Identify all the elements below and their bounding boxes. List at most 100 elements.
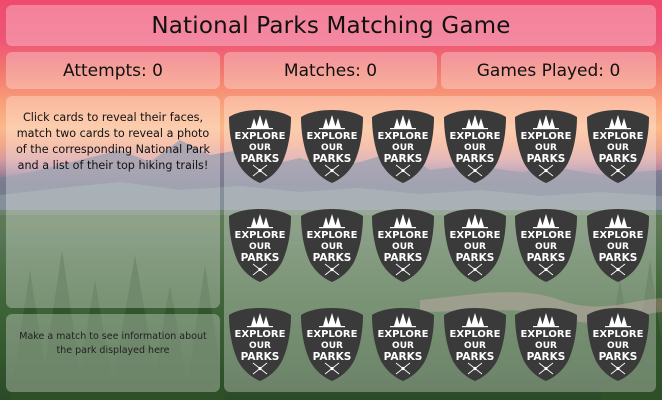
memory-card[interactable]: EXPLORE OUR PARKS bbox=[299, 306, 365, 382]
card-label-explore: EXPLORE bbox=[521, 329, 572, 340]
card-label-our: OUR bbox=[392, 341, 414, 351]
card-label-parks: PARKS bbox=[312, 252, 351, 264]
card-label-our: OUR bbox=[535, 143, 557, 153]
card-label-explore: EXPLORE bbox=[378, 329, 429, 340]
card-label-our: OUR bbox=[249, 242, 271, 252]
memory-card[interactable]: EXPLORE OUR PARKS bbox=[227, 108, 293, 184]
card-label-our: OUR bbox=[464, 143, 486, 153]
memory-card[interactable]: EXPLORE OUR PARKS bbox=[513, 207, 579, 283]
card-label-explore: EXPLORE bbox=[235, 131, 286, 142]
card-label-explore: EXPLORE bbox=[378, 131, 429, 142]
memory-card[interactable]: EXPLORE OUR PARKS bbox=[442, 306, 508, 382]
card-label-parks: PARKS bbox=[598, 252, 637, 264]
attempts-counter: Attempts: 0 bbox=[6, 52, 220, 89]
explore-our-parks-badge-icon: EXPLORE OUR PARKS bbox=[586, 308, 649, 381]
card-label-explore: EXPLORE bbox=[521, 131, 572, 142]
card-label-explore: EXPLORE bbox=[592, 131, 643, 142]
card-label-explore: EXPLORE bbox=[592, 329, 643, 340]
instructions-panel: Click cards to reveal their faces, match… bbox=[6, 96, 220, 308]
explore-our-parks-badge-icon: EXPLORE OUR PARKS bbox=[443, 110, 506, 183]
memory-card[interactable]: EXPLORE OUR PARKS bbox=[442, 108, 508, 184]
memory-card[interactable]: EXPLORE OUR PARKS bbox=[585, 207, 651, 283]
memory-card[interactable]: EXPLORE OUR PARKS bbox=[227, 306, 293, 382]
card-label-parks: PARKS bbox=[455, 252, 494, 264]
games-played-label: Games Played: 0 bbox=[476, 60, 621, 81]
explore-our-parks-badge-icon: EXPLORE OUR PARKS bbox=[515, 110, 577, 183]
explore-our-parks-badge-icon: EXPLORE OUR PARKS bbox=[443, 308, 506, 381]
card-label-our: OUR bbox=[321, 242, 343, 252]
card-label-explore: EXPLORE bbox=[449, 230, 500, 241]
explore-our-parks-badge-icon: EXPLORE OUR PARKS bbox=[586, 209, 649, 282]
card-label-explore: EXPLORE bbox=[378, 230, 429, 241]
park-info-placeholder: Make a match to see information about th… bbox=[19, 331, 207, 357]
card-label-explore: EXPLORE bbox=[306, 131, 357, 142]
card-label-parks: PARKS bbox=[241, 153, 280, 165]
explore-our-parks-badge-icon: EXPLORE OUR PARKS bbox=[229, 110, 291, 183]
card-label-our: OUR bbox=[249, 341, 271, 351]
card-label-our: OUR bbox=[535, 341, 557, 351]
matches-label: Matches: 0 bbox=[283, 60, 378, 81]
explore-our-parks-badge-icon: EXPLORE OUR PARKS bbox=[515, 308, 577, 381]
memory-card[interactable]: EXPLORE OUR PARKS bbox=[513, 108, 579, 184]
card-label-parks: PARKS bbox=[455, 351, 494, 363]
card-label-our: OUR bbox=[392, 143, 414, 153]
card-label-our: OUR bbox=[392, 242, 414, 252]
games-played-counter: Games Played: 0 bbox=[441, 52, 656, 89]
explore-our-parks-badge-icon: EXPLORE OUR PARKS bbox=[443, 209, 506, 282]
explore-our-parks-badge-icon: EXPLORE OUR PARKS bbox=[300, 110, 363, 183]
card-label-parks: PARKS bbox=[598, 153, 637, 165]
attempts-label: Attempts: 0 bbox=[63, 60, 163, 81]
memory-card[interactable]: EXPLORE OUR PARKS bbox=[370, 207, 436, 283]
card-label-our: OUR bbox=[535, 242, 557, 252]
memory-card[interactable]: EXPLORE OUR PARKS bbox=[299, 108, 365, 184]
page-title: National Parks Matching Game bbox=[151, 12, 511, 39]
memory-card[interactable]: EXPLORE OUR PARKS bbox=[299, 207, 365, 283]
card-label-parks: PARKS bbox=[455, 153, 494, 165]
explore-our-parks-badge-icon: EXPLORE OUR PARKS bbox=[586, 110, 649, 183]
card-label-parks: PARKS bbox=[527, 351, 566, 363]
explore-our-parks-badge-icon: EXPLORE OUR PARKS bbox=[515, 209, 577, 282]
explore-our-parks-badge-icon: EXPLORE OUR PARKS bbox=[229, 209, 291, 282]
card-label-parks: PARKS bbox=[384, 351, 423, 363]
instructions-text: Click cards to reveal their faces, match… bbox=[15, 111, 211, 172]
card-label-explore: EXPLORE bbox=[306, 230, 357, 241]
card-label-parks: PARKS bbox=[384, 252, 423, 264]
card-label-our: OUR bbox=[321, 143, 343, 153]
card-label-explore: EXPLORE bbox=[592, 230, 643, 241]
card-label-parks: PARKS bbox=[312, 153, 351, 165]
title-bar: National Parks Matching Game bbox=[6, 5, 656, 46]
explore-our-parks-badge-icon: EXPLORE OUR PARKS bbox=[372, 110, 434, 183]
card-label-parks: PARKS bbox=[527, 252, 566, 264]
card-label-explore: EXPLORE bbox=[235, 329, 286, 340]
memory-card[interactable]: EXPLORE OUR PARKS bbox=[585, 306, 651, 382]
matches-counter: Matches: 0 bbox=[224, 52, 437, 89]
card-label-our: OUR bbox=[607, 242, 629, 252]
memory-card[interactable]: EXPLORE OUR PARKS bbox=[370, 108, 436, 184]
card-label-our: OUR bbox=[464, 341, 486, 351]
explore-our-parks-badge-icon: EXPLORE OUR PARKS bbox=[372, 308, 434, 381]
card-label-our: OUR bbox=[607, 143, 629, 153]
card-label-explore: EXPLORE bbox=[235, 230, 286, 241]
card-label-explore: EXPLORE bbox=[449, 329, 500, 340]
card-label-parks: PARKS bbox=[598, 351, 637, 363]
park-info-panel: Make a match to see information about th… bbox=[6, 314, 220, 392]
explore-our-parks-badge-icon: EXPLORE OUR PARKS bbox=[229, 308, 291, 381]
card-label-parks: PARKS bbox=[241, 351, 280, 363]
explore-our-parks-badge-icon: EXPLORE OUR PARKS bbox=[300, 209, 363, 282]
card-board: EXPLORE OUR PARKS EXPLORE OUR PARKS EXPL… bbox=[224, 96, 656, 392]
card-label-parks: PARKS bbox=[527, 153, 566, 165]
card-label-parks: PARKS bbox=[384, 153, 423, 165]
explore-our-parks-badge-icon: EXPLORE OUR PARKS bbox=[372, 209, 434, 282]
memory-card[interactable]: EXPLORE OUR PARKS bbox=[585, 108, 651, 184]
memory-card[interactable]: EXPLORE OUR PARKS bbox=[370, 306, 436, 382]
memory-card[interactable]: EXPLORE OUR PARKS bbox=[513, 306, 579, 382]
memory-card[interactable]: EXPLORE OUR PARKS bbox=[227, 207, 293, 283]
card-label-our: OUR bbox=[321, 341, 343, 351]
card-label-parks: PARKS bbox=[312, 351, 351, 363]
card-label-explore: EXPLORE bbox=[449, 131, 500, 142]
memory-card[interactable]: EXPLORE OUR PARKS bbox=[442, 207, 508, 283]
explore-our-parks-badge-icon: EXPLORE OUR PARKS bbox=[300, 308, 363, 381]
card-label-explore: EXPLORE bbox=[306, 329, 357, 340]
card-label-explore: EXPLORE bbox=[521, 230, 572, 241]
card-label-parks: PARKS bbox=[241, 252, 280, 264]
